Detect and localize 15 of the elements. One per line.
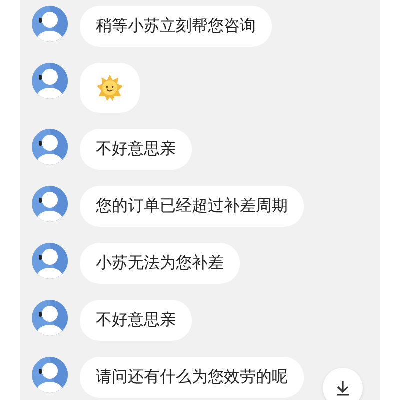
sun-sticker-icon	[96, 74, 124, 102]
avatar-icon	[32, 186, 68, 222]
message-bubble: 稍等小苏立刻帮您咨询	[80, 6, 272, 47]
message-bubble: 不好意思亲	[80, 129, 192, 170]
avatar-icon	[32, 300, 68, 336]
avatar-icon	[32, 129, 68, 165]
message-bubble: 小苏无法为您补差	[80, 243, 240, 284]
download-icon	[334, 379, 352, 397]
message-bubble: 不好意思亲	[80, 300, 192, 341]
avatar-icon	[32, 6, 68, 42]
avatar-icon	[32, 63, 68, 99]
message-bubble: 您的订单已经超过补差周期	[80, 186, 304, 227]
avatar-icon	[32, 243, 68, 279]
message-bubble: 请问还有什么为您效劳的呢	[80, 357, 304, 398]
avatar-icon	[32, 357, 68, 393]
